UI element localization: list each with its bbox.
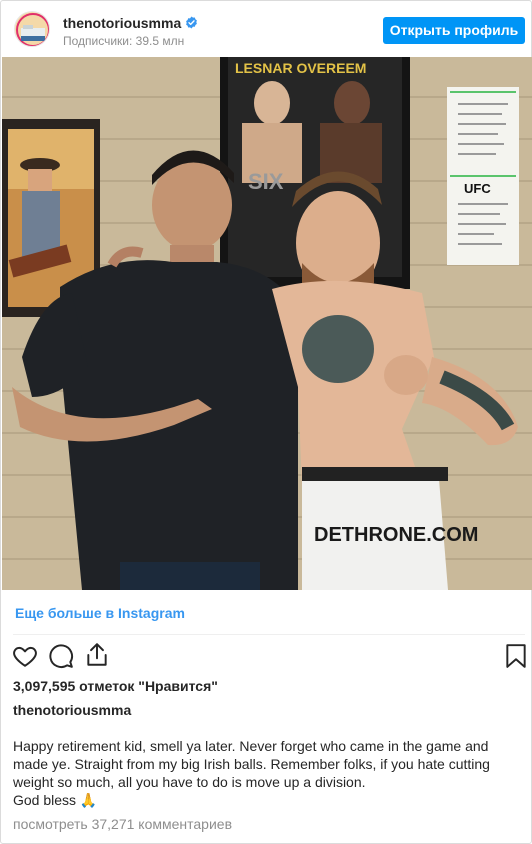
share-icon[interactable] <box>84 642 110 668</box>
username-text[interactable]: thenotoriousmma <box>63 15 181 31</box>
heart-icon[interactable] <box>12 643 38 669</box>
shorts-text: DETHRONE.COM <box>314 524 478 546</box>
verified-badge-icon <box>186 16 198 29</box>
poster-title: LESNAR OVEREEM <box>235 60 366 76</box>
followers-count: Подписчики: 39.5 млн <box>63 34 185 48</box>
username[interactable]: thenotoriousmma <box>63 15 198 31</box>
bookmark-icon[interactable] <box>503 643 529 669</box>
more-on-instagram-link[interactable]: Еще больше в Instagram <box>15 605 185 621</box>
likes-count[interactable]: 3,097,595 отметок "Нравится" <box>13 678 218 694</box>
post-photo[interactable]: LESNAR OVEREEM SIX UFC DETHRONE.COM <box>2 57 532 590</box>
view-comments-link[interactable]: посмотреть 37,271 комментариев <box>13 816 232 832</box>
open-profile-button[interactable]: Открыть профиль <box>383 17 525 44</box>
ufc-logo-text: UFC <box>464 181 491 196</box>
caption-username[interactable]: thenotoriousmma <box>13 702 131 718</box>
poster-subtitle: SIX <box>248 169 284 194</box>
caption-text: Happy retirement kid, smell ya later. Ne… <box>13 738 490 808</box>
divider <box>13 634 525 635</box>
avatar[interactable] <box>14 11 50 47</box>
comment-icon[interactable] <box>48 643 74 669</box>
photo-illustration: LESNAR OVEREEM SIX UFC DETHRONE.COM <box>2 57 532 590</box>
instagram-embed: thenotoriousmma Подписчики: 39.5 млн Отк… <box>0 0 532 844</box>
post-header: thenotoriousmma Подписчики: 39.5 млн Отк… <box>1 1 531 57</box>
